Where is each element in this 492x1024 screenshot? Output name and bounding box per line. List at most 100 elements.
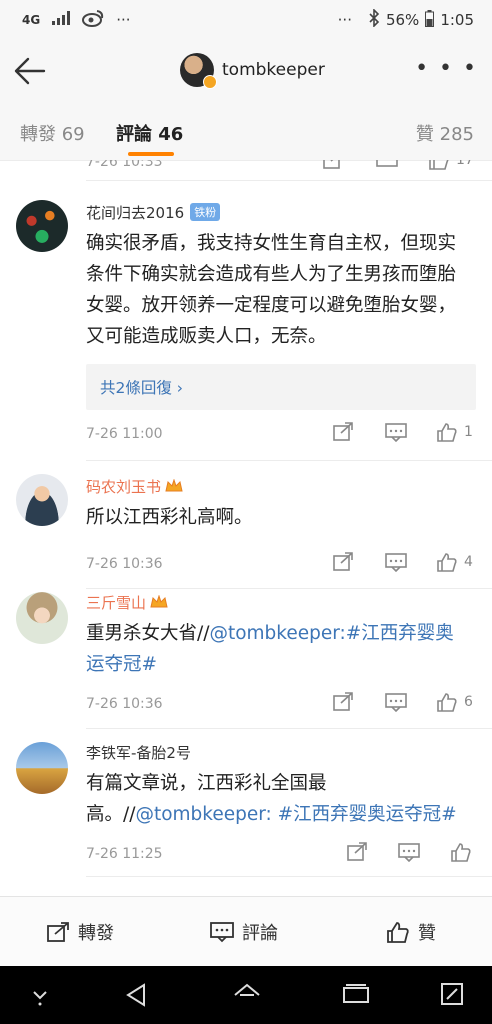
weibo-icon <box>82 9 104 31</box>
like-button[interactable]: 17 <box>428 160 474 170</box>
tab-like[interactable]: 贊 285 <box>416 120 474 146</box>
user-avatar[interactable] <box>16 592 68 644</box>
post-author[interactable]: tombkeeper <box>180 53 325 89</box>
user-name-text: 花间归去2016 <box>86 204 185 222</box>
back-button[interactable] <box>12 54 48 88</box>
top-header: tombkeeper • • • <box>0 40 492 102</box>
comment-icon <box>210 922 234 943</box>
mention-link[interactable]: @tombkeeper <box>209 623 339 644</box>
like-button[interactable] <box>450 842 478 862</box>
comment-text-body: 重男杀女大省// <box>86 623 210 644</box>
user-name[interactable]: 李铁军-备胎2号 <box>86 742 191 763</box>
like-button[interactable]: 贊 <box>386 919 436 945</box>
like-count: 17 <box>456 160 474 168</box>
repost-icon[interactable] <box>332 552 354 572</box>
battery-label: 56% <box>385 11 420 29</box>
divider <box>86 876 492 877</box>
thumbs-up-icon <box>437 553 457 572</box>
like-button[interactable]: 6 <box>436 692 473 712</box>
repost-icon[interactable] <box>332 422 354 442</box>
comment-time: 7-26 10:36 <box>86 696 163 712</box>
repost-icon[interactable] <box>332 692 354 712</box>
repost-label: 轉發 <box>78 923 114 944</box>
comment-text: 确实很矛盾，我支持女性生育自主权，但现实条件下确实就会造成有些人为了生男孩而堕胎… <box>86 233 457 347</box>
user-avatar[interactable] <box>16 742 68 794</box>
comment-icon[interactable] <box>385 552 407 572</box>
comment-label: 評論 <box>242 923 278 944</box>
fan-badge: 铁粉 <box>190 203 221 221</box>
repost-icon <box>47 922 69 942</box>
hide-keyboard-icon[interactable] <box>30 982 50 1006</box>
thumbs-up-icon <box>451 843 471 862</box>
comment-time: 7-26 10:33 <box>86 160 163 170</box>
comment-meta: 7-26 11:00 <box>86 422 476 446</box>
author-name: tombkeeper <box>222 60 325 80</box>
repost-icon[interactable] <box>322 160 344 170</box>
user-name[interactable]: 码农刘玉书 <box>86 476 183 497</box>
comment-text: 重男杀女大省//@tombkeeper:#江西弃婴奥运夺冠# <box>86 618 472 680</box>
user-name[interactable]: 三斤雪山 <box>86 592 168 613</box>
comment-time: 7-26 10:36 <box>86 556 163 572</box>
comment-icon[interactable] <box>398 842 420 862</box>
like-button[interactable]: 4 <box>436 552 473 572</box>
tab-comment[interactable]: 評論 46 <box>116 120 183 146</box>
bluetooth-icon <box>368 8 380 31</box>
bottom-action-bar: 轉發 評論 贊 <box>0 896 492 967</box>
active-tab-indicator <box>128 152 174 156</box>
thumbs-up-icon <box>429 160 449 170</box>
screenshot-icon[interactable] <box>440 982 464 1006</box>
comment-meta: 7-26 10:36 <box>86 552 476 576</box>
crown-icon <box>165 478 183 493</box>
divider <box>86 180 492 181</box>
mention-colon: : <box>265 804 278 825</box>
back-arrow-icon <box>14 57 46 85</box>
replies-link[interactable]: 共2條回復 › <box>86 364 476 410</box>
like-count: 6 <box>464 694 473 710</box>
thumbs-up-icon <box>437 423 457 442</box>
user-avatar[interactable] <box>16 474 68 526</box>
user-name-text: 码农刘玉书 <box>86 478 162 496</box>
battery-icon <box>425 9 435 31</box>
comment-text: 有篇文章说，江西彩礼全国最高。//@tombkeeper: #江西弃婴奥运夺冠# <box>86 768 472 830</box>
user-avatar[interactable] <box>16 200 68 252</box>
user-name[interactable]: 花间归去2016 铁粉 <box>86 202 221 223</box>
divider <box>86 460 492 461</box>
repost-icon[interactable] <box>346 842 368 862</box>
partial-comment-meta: 7-26 10:33 <box>86 160 476 174</box>
mention-link[interactable]: @tombkeeper <box>135 804 265 825</box>
repost-button[interactable]: 轉發 <box>46 919 114 945</box>
back-nav-icon[interactable] <box>124 982 148 1008</box>
divider <box>86 588 492 589</box>
author-avatar <box>180 53 217 89</box>
like-count: 4 <box>464 554 473 570</box>
comment-icon[interactable] <box>385 692 407 712</box>
like-label: 贊 <box>418 923 436 944</box>
comment-text: 所以江西彩礼高啊。 <box>86 507 253 528</box>
recent-apps-icon[interactable] <box>342 982 370 1006</box>
more-options-button[interactable]: • • • <box>415 56 478 81</box>
comment-icon[interactable] <box>376 160 398 170</box>
comment-icon[interactable] <box>385 422 407 442</box>
hashtag-link[interactable]: #江西弃婴奥运夺冠# <box>278 804 457 825</box>
system-nav-bar <box>0 966 492 1024</box>
like-button[interactable]: 1 <box>436 422 473 442</box>
home-icon[interactable] <box>232 982 262 1008</box>
overflow-icon: ··· <box>337 11 352 29</box>
status-bar: 4G ··· ··· 56% 1:05 <box>0 0 492 40</box>
clock: 1:05 <box>440 11 474 29</box>
comment-meta: 7-26 10:36 <box>86 692 476 716</box>
comment-time: 7-26 11:00 <box>86 426 163 442</box>
thumbs-up-icon <box>387 922 409 943</box>
more-notifications-icon: ··· <box>116 11 131 29</box>
user-name-text: 三斤雪山 <box>86 594 147 612</box>
comment-button[interactable]: 評論 <box>210 919 278 945</box>
comment-list[interactable]: 7-26 10:33 17 花间归去2016 铁粉 确实很矛盾，我支持女性生育自主… <box>0 160 492 896</box>
tab-repost[interactable]: 轉發 69 <box>20 120 85 146</box>
tab-bar: 轉發 69 評論 46 贊 285 <box>0 102 492 161</box>
thumbs-up-icon <box>437 693 457 712</box>
network-label: 4G <box>22 13 41 27</box>
like-count: 1 <box>464 424 473 440</box>
crown-icon <box>150 594 168 609</box>
verified-badge-icon <box>203 75 217 89</box>
signal-icon <box>52 11 71 29</box>
